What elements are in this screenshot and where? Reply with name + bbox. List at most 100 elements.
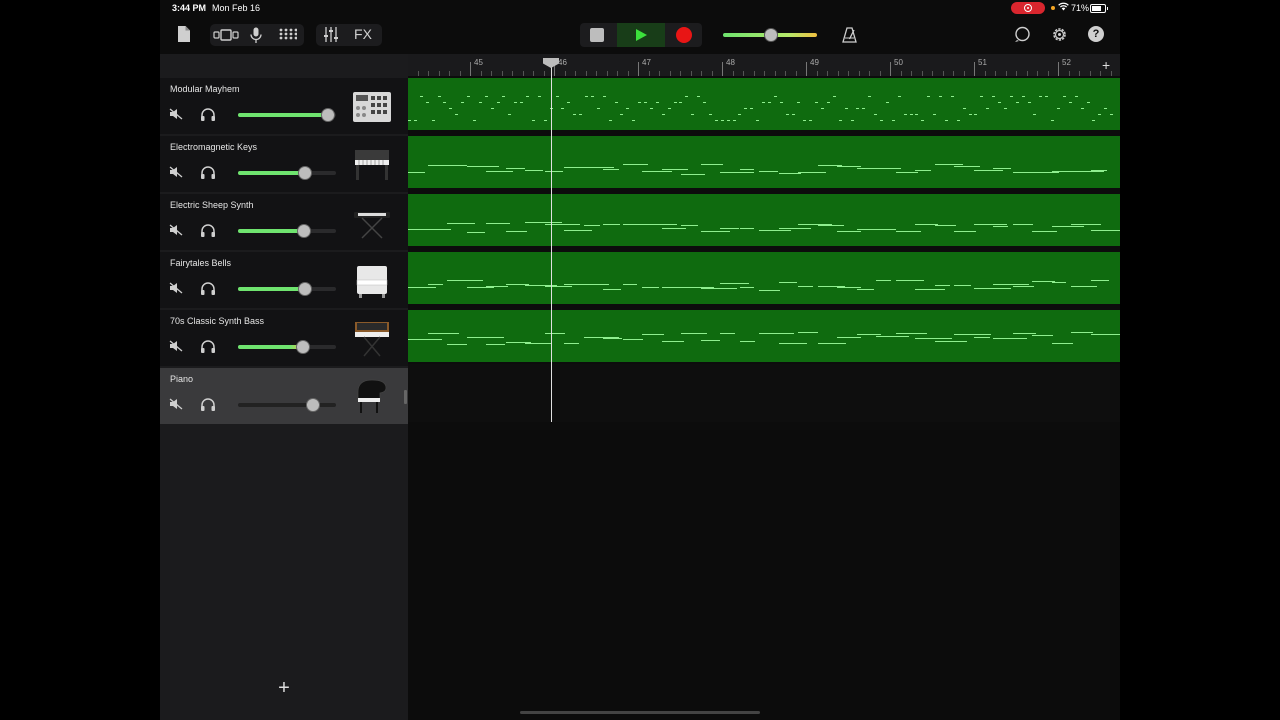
- midi-note: [622, 338, 644, 340]
- synth-keyboard-icon[interactable]: [352, 202, 392, 242]
- midi-note: [472, 120, 476, 121]
- headphones-icon[interactable]: [200, 164, 216, 180]
- midi-note: [1090, 280, 1110, 282]
- loop-browser-icon[interactable]: [1013, 25, 1031, 43]
- region-70s-classic-synth-bass[interactable]: [408, 310, 1120, 362]
- midi-note: [837, 231, 861, 233]
- midi-note: [603, 169, 619, 171]
- track-volume-slider[interactable]: [238, 108, 336, 122]
- track-volume-knob[interactable]: [306, 398, 321, 412]
- add-section-button[interactable]: +: [1102, 57, 1110, 73]
- midi-note: [856, 108, 860, 109]
- midi-note: [1092, 120, 1096, 121]
- region-electromagnetic-keys[interactable]: [408, 136, 1120, 188]
- microphone-icon[interactable]: [249, 26, 263, 44]
- midi-note: [427, 229, 451, 231]
- region-electric-sheep-synth[interactable]: [408, 194, 1120, 246]
- bar-number: 51: [978, 58, 987, 67]
- headphones-icon[interactable]: [200, 280, 216, 296]
- drum-machine-icon[interactable]: [352, 86, 392, 126]
- mute-icon[interactable]: [168, 106, 184, 122]
- fx-button[interactable]: FX: [352, 25, 374, 43]
- play-button[interactable]: [617, 23, 665, 47]
- electric-piano-icon[interactable]: [352, 144, 392, 184]
- midi-note: [817, 342, 847, 344]
- midi-note: [1080, 108, 1084, 109]
- track-volume-slider[interactable]: [238, 398, 336, 412]
- midi-note: [1057, 108, 1060, 109]
- track-volume-slider[interactable]: [238, 282, 336, 296]
- track-volume-slider[interactable]: [238, 166, 336, 180]
- midi-note: [954, 285, 972, 287]
- midi-note: [759, 289, 781, 291]
- mixer-sliders-icon[interactable]: [322, 26, 340, 42]
- screen-recording-indicator[interactable]: [1011, 2, 1045, 14]
- track-volume-slider[interactable]: [238, 224, 336, 238]
- track-header[interactable]: Modular Mayhem: [160, 78, 408, 134]
- timeline-ruler[interactable]: 45 46 47 48 49 50 51 52 +: [408, 54, 1120, 76]
- bar-tick: [722, 62, 723, 76]
- mute-icon[interactable]: [168, 338, 184, 354]
- help-button[interactable]: ?: [1088, 26, 1104, 42]
- track-header-selected[interactable]: Piano: [160, 368, 408, 424]
- record-button[interactable]: [676, 27, 692, 43]
- track-volume-knob[interactable]: [296, 224, 311, 238]
- track-header[interactable]: Fairytales Bells: [160, 252, 408, 308]
- midi-note: [1032, 231, 1057, 233]
- metronome-icon[interactable]: [840, 26, 858, 44]
- midi-note: [486, 285, 508, 287]
- midi-note: [642, 223, 678, 225]
- mute-icon[interactable]: [168, 280, 184, 296]
- midi-note: [1027, 102, 1031, 103]
- home-indicator[interactable]: [520, 711, 760, 714]
- midi-note: [973, 169, 1004, 171]
- analog-synth-icon[interactable]: [352, 318, 392, 358]
- add-track-button[interactable]: +: [274, 678, 294, 698]
- track-volume-knob[interactable]: [297, 166, 312, 180]
- bells-keyboard-icon[interactable]: [352, 260, 392, 300]
- midi-note: [655, 102, 659, 103]
- midi-note: [1074, 96, 1078, 97]
- settings-gear-icon[interactable]: [1050, 25, 1068, 43]
- headphones-icon[interactable]: [200, 338, 216, 354]
- midi-note: [798, 332, 818, 334]
- midi-note: [1090, 229, 1120, 231]
- midi-note: [993, 167, 1011, 169]
- mute-icon[interactable]: [168, 396, 184, 412]
- browser-view-icon[interactable]: [213, 27, 239, 43]
- track-header[interactable]: 70s Classic Synth Bass: [160, 310, 408, 366]
- midi-note: [703, 102, 706, 103]
- midi-note: [1051, 120, 1055, 121]
- midi-note: [638, 102, 642, 103]
- midi-note: [697, 96, 701, 97]
- master-volume-slider[interactable]: [723, 28, 817, 42]
- midi-note: [681, 332, 707, 334]
- track-volume-knob[interactable]: [295, 340, 310, 354]
- region-modular-mayhem[interactable]: [408, 78, 1120, 130]
- my-songs-document-icon[interactable]: [176, 26, 190, 42]
- track-volume-knob[interactable]: [321, 108, 336, 122]
- mute-icon[interactable]: [168, 222, 184, 238]
- midi-note: [525, 170, 544, 172]
- track-header[interactable]: Electromagnetic Keys: [160, 136, 408, 192]
- track-resize-handle[interactable]: [404, 390, 407, 404]
- midi-note: [915, 169, 932, 171]
- midi-note: [837, 165, 861, 167]
- midi-note: [797, 102, 801, 103]
- smart-controls-grid-icon[interactable]: [279, 27, 297, 41]
- piano-lane-empty[interactable]: [408, 364, 1120, 422]
- grand-piano-icon[interactable]: [352, 376, 392, 416]
- track-header[interactable]: Electric Sheep Synth: [160, 194, 408, 250]
- region-fairytales-bells[interactable]: [408, 252, 1120, 304]
- headphones-icon[interactable]: [200, 222, 216, 238]
- headphones-icon[interactable]: [200, 396, 216, 412]
- stop-button[interactable]: [590, 28, 604, 42]
- headphones-icon[interactable]: [200, 106, 216, 122]
- midi-note: [583, 167, 615, 169]
- master-volume-knob[interactable]: [764, 28, 778, 42]
- mute-icon[interactable]: [168, 164, 184, 180]
- track-volume-slider[interactable]: [238, 340, 336, 354]
- midi-note: [720, 333, 736, 335]
- midi-note: [1039, 96, 1043, 97]
- track-volume-knob[interactable]: [297, 282, 312, 296]
